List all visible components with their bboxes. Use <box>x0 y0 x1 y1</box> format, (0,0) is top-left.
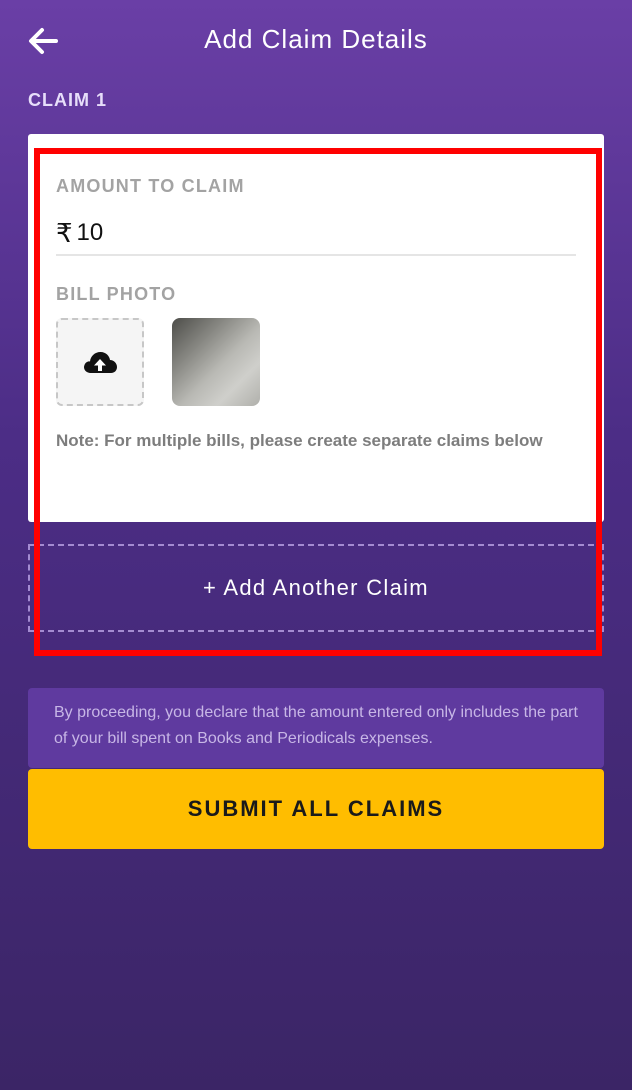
claim-label: CLAIM 1 <box>28 90 107 110</box>
add-another-claim-button[interactable]: + Add Another Claim <box>28 544 604 632</box>
amount-input[interactable]: ₹ 10 <box>56 212 576 256</box>
bill-photo-label: BILL PHOTO <box>56 284 177 304</box>
multiple-bills-note: Note: For multiple bills, please create … <box>56 431 543 450</box>
bill-photo-thumbnail[interactable] <box>172 318 260 406</box>
upload-photo-button[interactable] <box>56 318 144 406</box>
cloud-upload-icon <box>84 352 117 373</box>
amount-value: 10 <box>76 219 104 246</box>
submit-all-claims-button[interactable]: SUBMIT ALL CLAIMS <box>28 769 604 849</box>
currency-symbol: ₹ <box>56 217 73 248</box>
app-header: Add Claim Details <box>0 0 632 82</box>
amount-label: AMOUNT TO CLAIM <box>56 176 245 196</box>
declaration-text: By proceeding, you declare that the amou… <box>28 688 604 768</box>
page-title: Add Claim Details <box>204 24 428 54</box>
claim-card: AMOUNT TO CLAIM ₹ 10 BILL PHOTO Note: Fo… <box>28 134 604 522</box>
